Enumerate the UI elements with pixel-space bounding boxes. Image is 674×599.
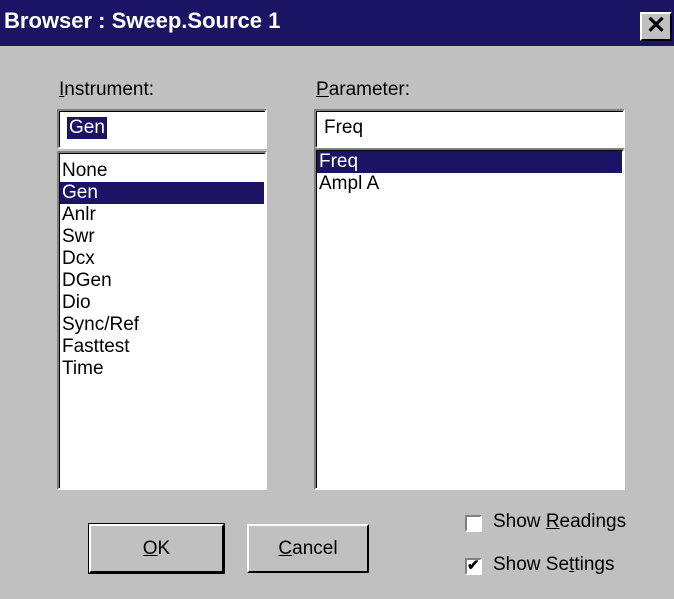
browser-dialog: Browser : Sweep.Source 1 ✕ Instrument: G…: [0, 0, 674, 599]
parameter-input[interactable]: Freq: [314, 109, 625, 149]
list-item[interactable]: Swr: [60, 226, 264, 248]
show-settings-label[interactable]: Show Settings: [493, 554, 614, 576]
instrument-label: Instrument:: [59, 79, 155, 100]
cancel-button[interactable]: Cancel: [247, 524, 369, 573]
list-item[interactable]: Fasttest: [60, 336, 264, 358]
list-item[interactable]: Gen: [60, 182, 264, 204]
instrument-input-value: Gen: [67, 117, 107, 139]
title-bar[interactable]: Browser : Sweep.Source 1 ✕: [0, 0, 674, 46]
close-icon: ✕: [645, 12, 667, 39]
list-item[interactable]: Dcx: [60, 248, 264, 270]
list-item[interactable]: Anlr: [60, 204, 264, 226]
parameter-label: Parameter:: [316, 79, 410, 100]
list-item[interactable]: Dio: [60, 292, 264, 314]
list-item[interactable]: Freq: [317, 151, 622, 173]
close-button[interactable]: ✕: [640, 12, 672, 41]
instrument-list[interactable]: None Gen Anlr Swr Dcx DGen Dio Sync/Ref Fasttest…: [57, 151, 267, 490]
show-readings-label[interactable]: Show Readings: [493, 511, 626, 533]
checkmark-icon: ✔: [467, 557, 480, 574]
ok-button[interactable]: OK: [88, 523, 225, 574]
parameter-input-value: Freq: [324, 117, 364, 138]
show-readings-checkbox[interactable]: [465, 515, 482, 532]
instrument-input[interactable]: Gen: [57, 109, 267, 149]
list-item[interactable]: Ampl A: [317, 173, 622, 195]
parameter-list[interactable]: Freq Ampl A: [314, 148, 625, 490]
list-item[interactable]: None: [60, 160, 264, 182]
list-item[interactable]: Sync/Ref: [60, 314, 264, 336]
window-title: Browser : Sweep.Source 1: [4, 8, 281, 33]
list-item[interactable]: Time: [60, 358, 264, 380]
list-item[interactable]: DGen: [60, 270, 264, 292]
show-settings-checkbox[interactable]: ✔: [465, 557, 482, 575]
